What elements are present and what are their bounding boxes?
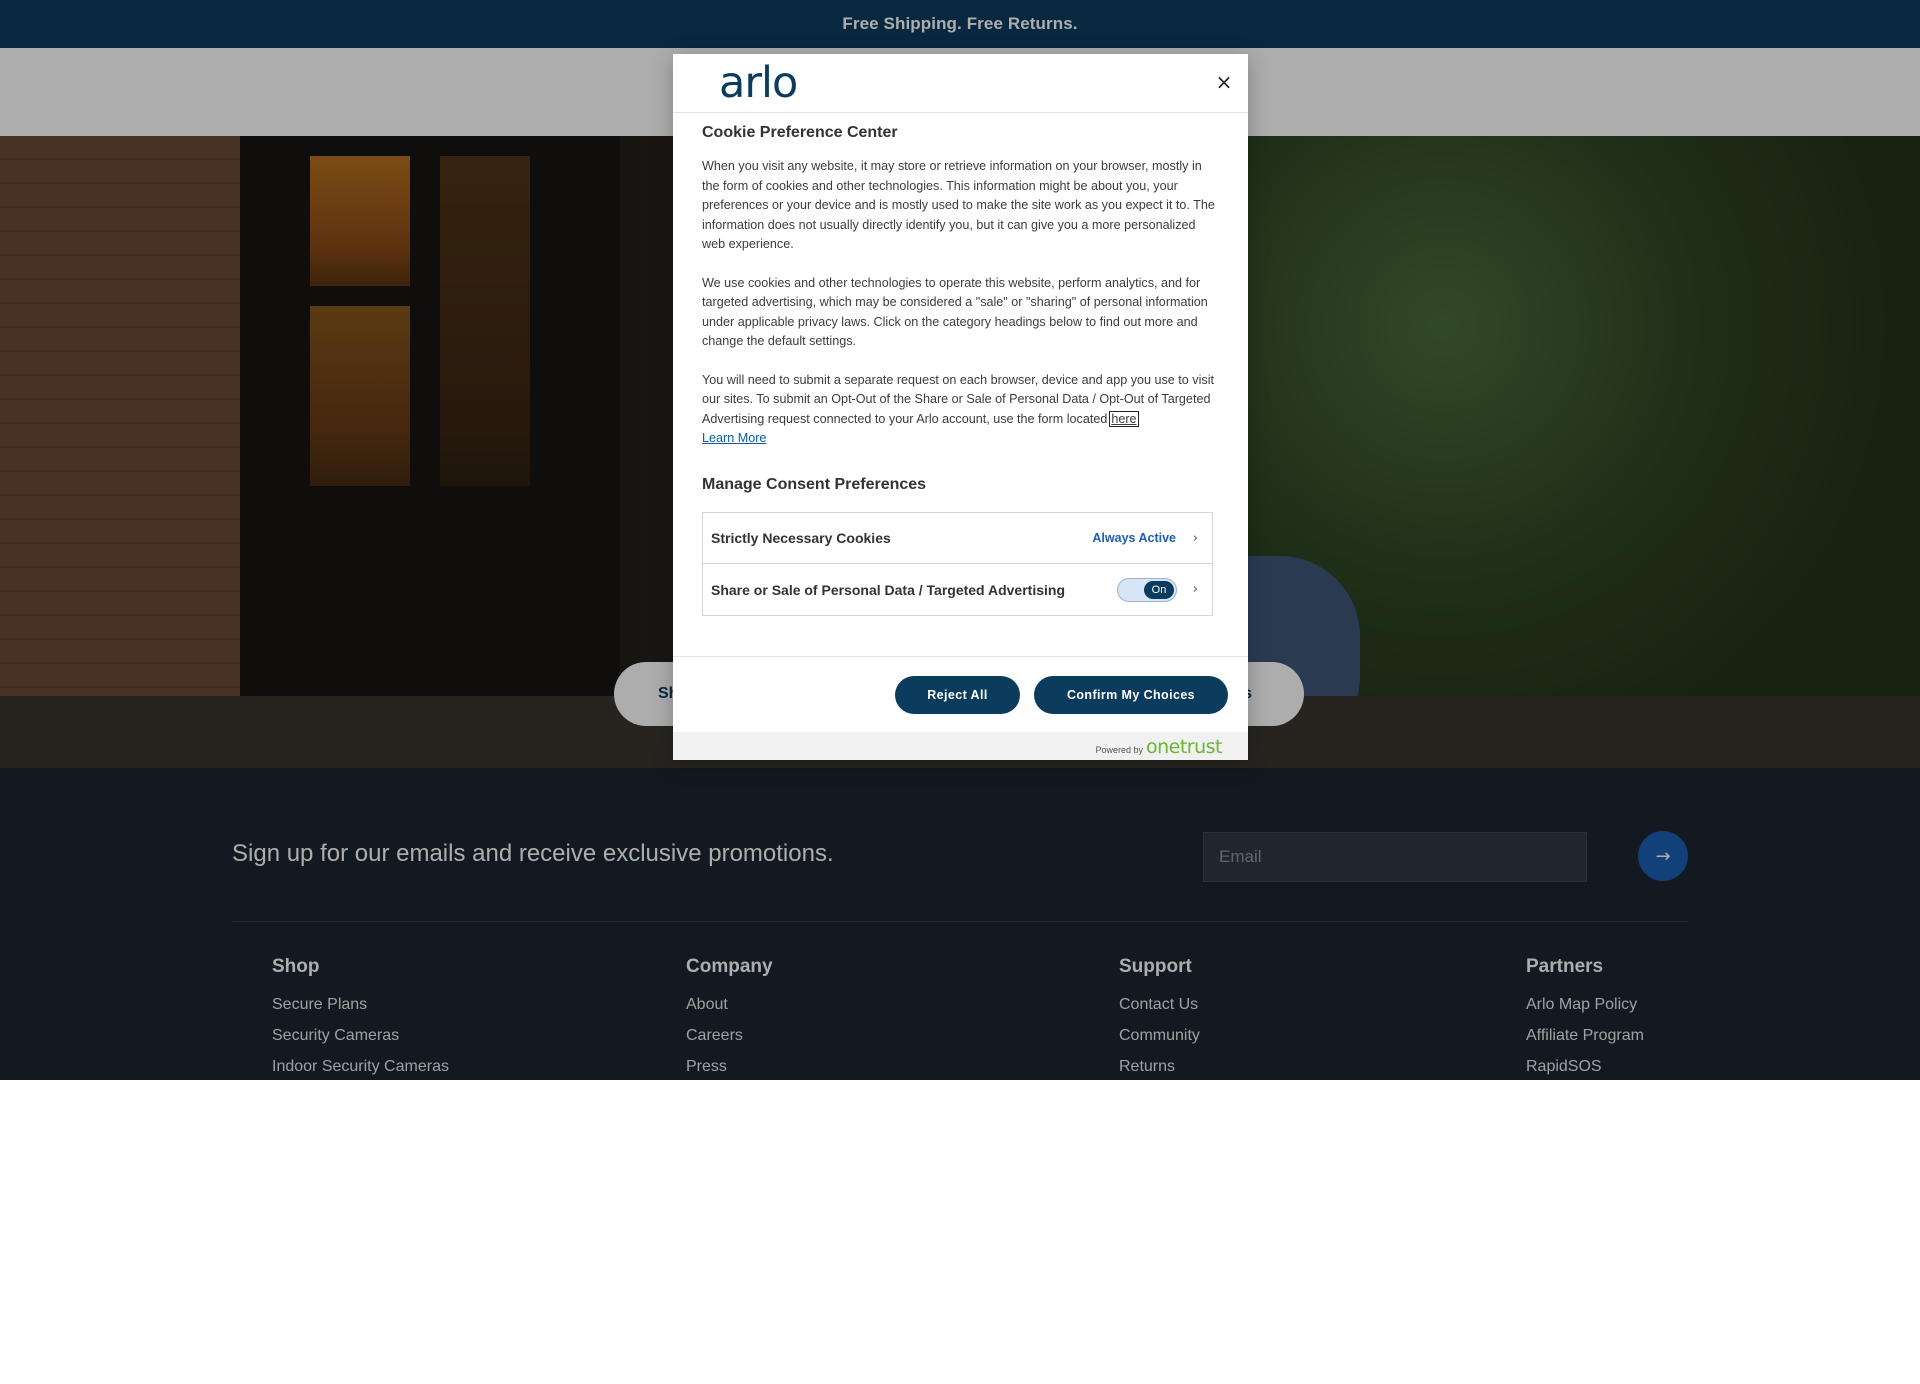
chevron-right-icon[interactable]: › [1193, 531, 1198, 546]
dialog-header: arlo × [673, 54, 1248, 113]
consent-row-label: Share or Sale of Personal Data / Targete… [711, 581, 1065, 598]
here-link[interactable]: here [1109, 410, 1139, 427]
opt-out-paragraph: You will need to submit a separate reque… [702, 371, 1220, 430]
intro-paragraph: When you visit any website, it may store… [702, 159, 1215, 251]
consent-row-strictly-necessary[interactable]: Strictly Necessary Cookies Always Active… [703, 513, 1212, 563]
dialog-actions: Reject All Confirm My Choices [673, 656, 1248, 733]
onetrust-link[interactable]: Powered by onetrust [1095, 736, 1222, 758]
onetrust-logo: onetrust [1145, 736, 1223, 758]
chevron-right-icon[interactable]: › [1193, 582, 1198, 597]
powered-by-bar: Powered by onetrust [673, 732, 1248, 760]
always-active-badge: Always Active [1092, 531, 1176, 545]
arlo-logo: arlo [719, 58, 798, 108]
powered-by-text: Powered by [1095, 745, 1143, 755]
targeted-advertising-toggle[interactable]: On [1117, 577, 1177, 602]
dialog-body: Cookie Preference Center When you visit … [702, 124, 1220, 616]
close-icon: × [1215, 70, 1233, 94]
dialog-title: Cookie Preference Center [702, 124, 898, 141]
page: Free Shipping. Free Returns. Sh s Sign u… [0, 0, 1920, 1080]
toggle-state: On [1144, 580, 1174, 599]
manage-consent-heading: Manage Consent Preferences [702, 476, 927, 493]
close-button[interactable]: × [1213, 70, 1235, 94]
consent-row-targeted-advertising[interactable]: Share or Sale of Personal Data / Targete… [703, 563, 1212, 615]
consent-row-label: Strictly Necessary Cookies [711, 530, 891, 546]
consent-categories: Strictly Necessary Cookies Always Active… [702, 512, 1213, 616]
confirm-choices-button[interactable]: Confirm My Choices [1034, 676, 1228, 714]
cookie-preference-dialog: arlo × Cookie Preference Center When you… [673, 54, 1248, 760]
learn-more-link[interactable]: Learn More [702, 429, 1220, 448]
usage-paragraph: We use cookies and other technologies to… [702, 275, 1208, 349]
reject-all-button[interactable]: Reject All [895, 676, 1020, 714]
